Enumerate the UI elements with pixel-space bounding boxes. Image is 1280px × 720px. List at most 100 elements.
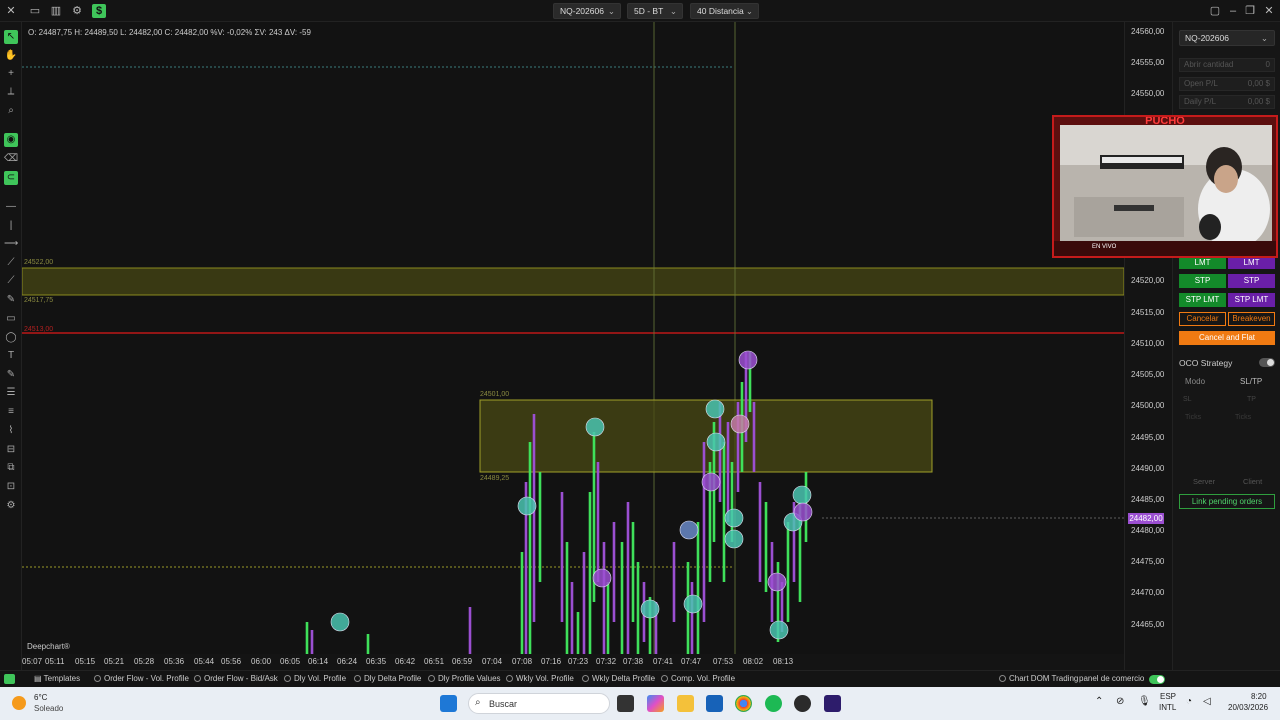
clock-time[interactable]: 8:20 xyxy=(1251,692,1267,701)
pen-icon[interactable]: ✎ xyxy=(4,293,18,307)
chrome-icon[interactable] xyxy=(735,695,752,712)
cancel-flat-button[interactable]: Cancel and Flat xyxy=(1179,331,1275,345)
sun-icon[interactable] xyxy=(12,696,26,710)
volume-bubble xyxy=(679,520,699,540)
distance-dropdown[interactable]: 40 Distancia ⌄ xyxy=(690,3,759,19)
hand-icon[interactable]: ✋ xyxy=(4,49,18,63)
vertical-line-icon[interactable]: | xyxy=(4,219,18,233)
template-tab-item[interactable]: Wkly Delta Profile xyxy=(582,674,655,683)
broom-icon[interactable]: ⌇ xyxy=(4,424,18,438)
price-chart[interactable]: O: 24487,75 H: 24489,50 L: 24482,00 C: 2… xyxy=(22,22,1124,654)
volume-icon[interactable]: ◁ xyxy=(1203,696,1211,707)
window-icon[interactable]: ▢ xyxy=(1208,4,1222,18)
cancel-button[interactable]: Cancelar xyxy=(1179,312,1226,326)
tray-chevron-icon[interactable]: ⌃ xyxy=(1095,696,1103,707)
store-icon[interactable] xyxy=(706,695,723,712)
stplmt-sell-button[interactable]: STP LMT xyxy=(1228,293,1275,307)
link-pending-orders-button[interactable]: Link pending orders xyxy=(1179,494,1275,509)
file-explorer-icon[interactable] xyxy=(677,695,694,712)
chart-canvas[interactable] xyxy=(22,22,1124,654)
text-icon[interactable]: T xyxy=(4,349,18,363)
breakeven-button[interactable]: Breakeven xyxy=(1228,312,1275,326)
magnet-icon[interactable]: ⊂ xyxy=(4,171,18,185)
server-radio[interactable]: Server xyxy=(1193,477,1215,486)
eraser-icon[interactable]: ⌫ xyxy=(4,152,18,166)
windows-start-icon[interactable] xyxy=(440,695,457,712)
chart-bars-icon[interactable]: ▥ xyxy=(49,4,63,18)
template-tab-item[interactable]: Order Flow - Bid/Ask xyxy=(194,674,278,683)
dollar-icon[interactable]: $ xyxy=(92,4,106,18)
price-label: 24470,00 xyxy=(1131,588,1165,597)
time-axis[interactable]: 05:07 05:11 05:15 05:21 05:28 05:36 05:44 05:56… xyxy=(22,654,1124,670)
stp-buy-button[interactable]: STP xyxy=(1179,274,1226,288)
lmt-buy-button[interactable]: LMT xyxy=(1179,257,1226,269)
ruler-icon[interactable]: ⊟ xyxy=(4,443,18,457)
tp-label: TP xyxy=(1247,396,1256,403)
client-radio[interactable]: Client xyxy=(1243,477,1262,486)
panel-instrument-select[interactable]: NQ-202606 ⌄ xyxy=(1179,30,1275,46)
spotify-icon[interactable] xyxy=(765,695,782,712)
price-label: 24505,00 xyxy=(1131,370,1165,379)
lines-icon[interactable]: ≡ xyxy=(4,405,18,419)
brush-icon[interactable]: ✎ xyxy=(4,368,18,382)
oco-toggle[interactable] xyxy=(1259,358,1275,367)
list-icon[interactable]: ☰ xyxy=(4,386,18,400)
lmt-sell-button[interactable]: LMT xyxy=(1228,257,1275,269)
layers-icon[interactable]: ⧉ xyxy=(4,461,18,475)
panel-toggle-icon[interactable] xyxy=(4,674,15,684)
chevron-down-icon: ⌄ xyxy=(607,6,615,16)
horizontal-line-icon[interactable]: — xyxy=(4,200,18,214)
language[interactable]: ESP xyxy=(1160,692,1176,701)
trendline-icon[interactable]: ⟋ xyxy=(4,256,18,270)
close-window-icon[interactable]: ✕ xyxy=(1262,4,1276,18)
stplmt-buy-button[interactable]: STP LMT xyxy=(1179,293,1226,307)
ray-icon[interactable]: ⟶ xyxy=(4,237,18,251)
eye-icon[interactable]: ◉ xyxy=(4,133,18,147)
template-tab-item[interactable]: Wkly Vol. Profile xyxy=(506,674,574,683)
supply-zone-upper[interactable] xyxy=(22,267,1124,296)
copilot-icon[interactable] xyxy=(647,695,664,712)
restore-icon[interactable]: ❐ xyxy=(1243,4,1257,18)
ellipse-icon[interactable]: ◯ xyxy=(4,331,18,345)
mode-select[interactable]: SL/TP xyxy=(1240,377,1262,386)
template-tab-item[interactable]: Dly Vol. Profile xyxy=(284,674,346,683)
template-tab-item[interactable]: Comp. Vol. Profile xyxy=(661,674,735,683)
open-qty-field[interactable]: Abrir cantidad 0 xyxy=(1179,58,1275,72)
crosshair-icon[interactable]: + xyxy=(4,67,18,81)
weather: Soleado xyxy=(34,704,64,713)
time-label: 05:36 xyxy=(164,657,185,666)
template-tab-item[interactable]: Order Flow - Vol. Profile xyxy=(94,674,189,683)
mic-icon[interactable]: 🎙 xyxy=(1138,696,1151,707)
chart-dom-toggle[interactable]: Chart DOM Trading xyxy=(999,674,1078,683)
network-icon[interactable]: ⊘ xyxy=(1116,696,1124,707)
trade-panel-toggle[interactable] xyxy=(1149,675,1165,684)
minimize-icon[interactable]: – xyxy=(1226,4,1240,18)
layout-icon[interactable]: ▭ xyxy=(28,4,42,18)
search-box[interactable]: ⌕ Buscar xyxy=(468,693,610,714)
task-view-icon[interactable] xyxy=(617,695,634,712)
template-tab-label: Dly Profile Values xyxy=(438,674,501,683)
toggle-knob xyxy=(1267,359,1274,366)
lock-icon[interactable]: ⊡ xyxy=(4,480,18,494)
wifi-icon[interactable]: ◔ xyxy=(1186,696,1192,707)
measure-icon[interactable]: ⟂ xyxy=(4,85,18,99)
cursor-icon[interactable]: ↖ xyxy=(4,30,18,44)
template-tab-label: Dly Vol. Profile xyxy=(294,674,347,683)
obs-icon[interactable] xyxy=(794,695,811,712)
stp-sell-button[interactable]: STP xyxy=(1228,274,1275,288)
zoom-icon[interactable]: ⌕ xyxy=(4,104,18,118)
fib-icon[interactable]: ⟋ xyxy=(4,274,18,288)
deepchart-icon[interactable] xyxy=(824,695,841,712)
settings-icon[interactable]: ⚙ xyxy=(70,4,84,18)
settings-tool-icon[interactable]: ⚙ xyxy=(4,499,18,513)
radio-icon xyxy=(661,675,668,682)
templates-tab[interactable]: ▤ Templates xyxy=(34,674,80,683)
template-tab-item[interactable]: Dly Delta Profile xyxy=(354,674,421,683)
instrument-dropdown[interactable]: NQ-202606 ⌄ xyxy=(553,3,621,19)
template-tab-item[interactable]: Dly Profile Values xyxy=(428,674,501,683)
rectangle-icon[interactable]: ▭ xyxy=(4,312,18,326)
red-line-label: 24513,00 xyxy=(24,326,54,333)
time-label: 06:51 xyxy=(424,657,445,666)
close-icon[interactable]: ✕ xyxy=(4,4,18,18)
timeframe-dropdown[interactable]: 5D - BT ⌄ xyxy=(627,3,683,19)
